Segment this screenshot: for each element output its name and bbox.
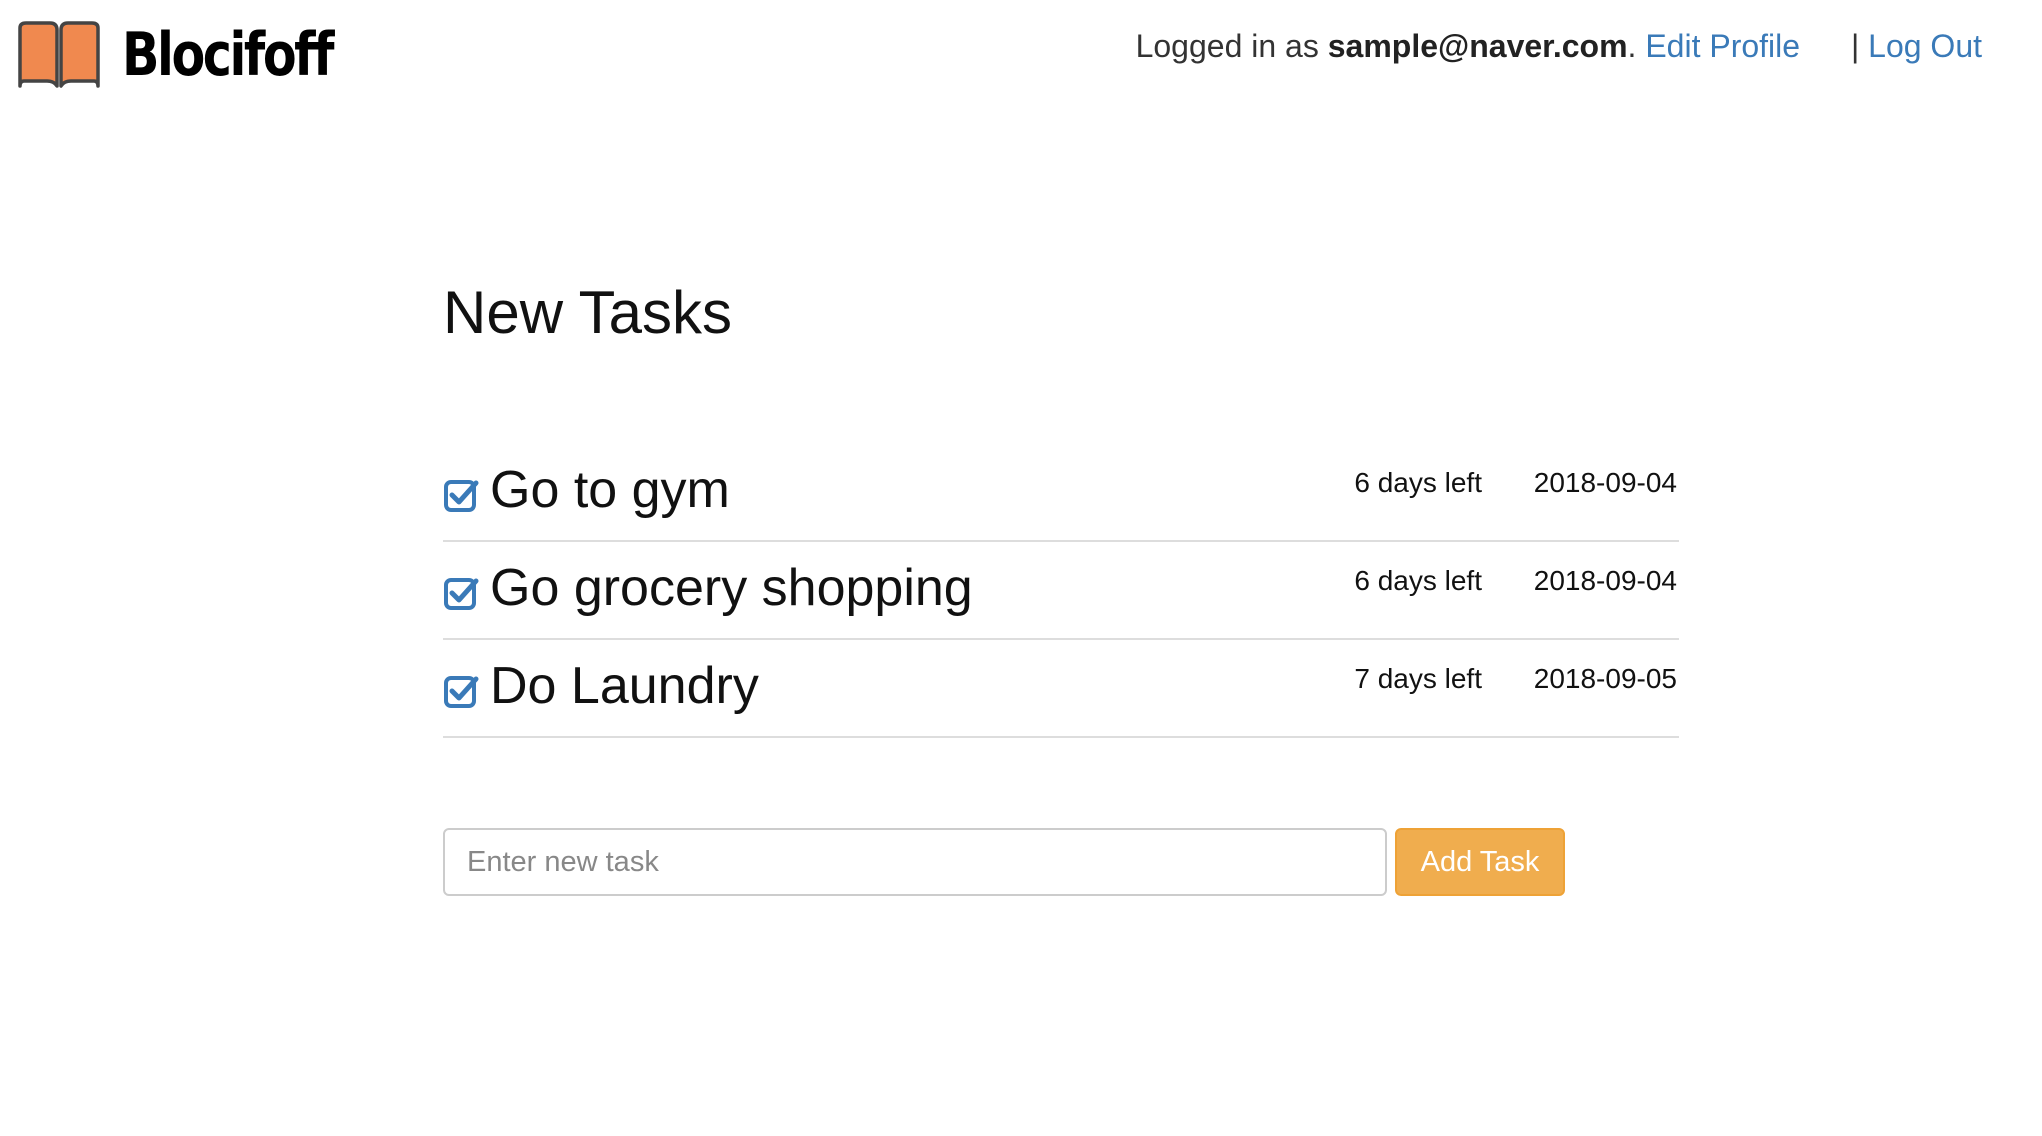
task-days-left: 7 days left: [1354, 663, 1482, 694]
task-row: Go grocery shopping 6 days left 2018-09-…: [443, 542, 1679, 640]
task-due-date: 2018-09-04: [1533, 467, 1677, 498]
task-title: Go to gym: [490, 461, 730, 519]
main-content: New Tasks Go to gym 6 days left 2018-09-…: [443, 278, 1679, 738]
check-square-icon[interactable]: [443, 673, 479, 709]
task-list: Go to gym 6 days left 2018-09-04 Go groc…: [443, 444, 1679, 738]
add-task-button[interactable]: Add Task: [1395, 828, 1565, 896]
new-task-input[interactable]: [443, 828, 1387, 896]
email-suffix: .: [1627, 28, 1637, 64]
check-square-icon[interactable]: [443, 575, 479, 611]
edit-profile-link[interactable]: Edit Profile: [1645, 28, 1800, 64]
task-row: Do Laundry 7 days left 2018-09-05: [443, 640, 1679, 738]
logout-link[interactable]: Log Out: [1868, 28, 1982, 64]
open-book-icon: [18, 21, 100, 88]
check-square-icon[interactable]: [443, 477, 479, 513]
page-title: New Tasks: [443, 279, 732, 346]
task-due-date: 2018-09-04: [1533, 565, 1677, 596]
task-due-date: 2018-09-05: [1533, 663, 1677, 694]
task-title: Go grocery shopping: [490, 559, 973, 617]
task-days-left: 6 days left: [1354, 467, 1482, 498]
task-row: Go to gym 6 days left 2018-09-04: [443, 444, 1679, 542]
user-email: sample@naver.com: [1327, 28, 1628, 64]
task-title: Do Laundry: [490, 657, 759, 715]
brand-name: Blocifoff: [122, 20, 335, 90]
task-days-left: 6 days left: [1354, 565, 1482, 596]
logged-in-prefix: Logged in as: [1135, 28, 1319, 64]
brand[interactable]: Blocifoff: [14, 20, 378, 90]
nav-separator: |: [1850, 28, 1860, 64]
add-task-form: Add Task: [443, 828, 1565, 896]
account-bar: Logged in as sample@naver.com. Edit Prof…: [1136, 28, 1982, 65]
page: Blocifoff Logged in as sample@naver.com.…: [0, 0, 2042, 1136]
